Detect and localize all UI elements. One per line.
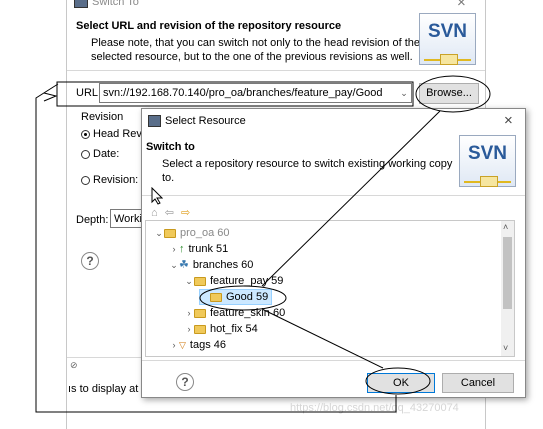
- tree-item-label: hot_fix 54: [210, 323, 258, 335]
- url-label: URL:: [76, 87, 102, 99]
- folder-icon: [194, 276, 206, 286]
- select-dialog-description-line2: to.: [162, 172, 175, 184]
- watermark: https://blog.csdn.net/qq_43270074: [290, 402, 459, 414]
- tree-item[interactable]: › ↑ trunk 51: [169, 241, 229, 257]
- scrollbar-thumb[interactable]: [503, 237, 512, 309]
- svn-logo-text: SVN: [427, 21, 468, 42]
- back-arrow-icon[interactable]: ⇦: [165, 207, 174, 219]
- select-footer-separator: [142, 360, 525, 361]
- radio-unchecked-icon: [81, 149, 90, 159]
- tags-icon: ▽: [179, 340, 186, 350]
- radio-checked-icon: [81, 129, 90, 139]
- home-icon[interactable]: ⌂: [151, 207, 158, 219]
- depth-label: Depth:: [76, 214, 109, 226]
- svn-logo: SVN: [419, 13, 476, 65]
- help-icon[interactable]: ?: [81, 252, 99, 270]
- scroll-up-icon[interactable]: ˄: [503, 222, 508, 232]
- tree-scrollbar[interactable]: ˄ ˅: [501, 221, 514, 356]
- header-separator: [67, 70, 485, 71]
- switch-dialog-icon: [74, 0, 88, 8]
- svn-logo-plug: [440, 54, 458, 65]
- trunk-icon: ↑: [179, 243, 185, 255]
- select-dialog-heading: Switch to: [146, 141, 195, 153]
- tree-item[interactable]: › ▽ tags 46: [169, 337, 227, 353]
- cancel-button[interactable]: Cancel: [442, 373, 514, 393]
- help-icon[interactable]: ?: [176, 373, 194, 391]
- chevron-right-icon[interactable]: ›: [169, 337, 179, 353]
- close-icon[interactable]: ×: [457, 0, 466, 11]
- branches-icon: ☘: [179, 259, 189, 271]
- svn-logo-plug: [480, 176, 498, 187]
- tree-item-label: branches 60: [192, 259, 254, 271]
- tree-item-selected[interactable]: Good 59: [199, 289, 273, 305]
- svn-logo-text: SVN: [467, 143, 508, 164]
- select-dialog-description-line1: Select a repository resource to switch e…: [162, 158, 453, 170]
- folder-icon: [194, 308, 206, 318]
- switch-dialog-title: Switch To: [92, 0, 139, 8]
- tree-item-label: Good 59: [226, 291, 269, 303]
- select-header-separator: [142, 195, 525, 196]
- date-label: Date:: [93, 148, 120, 160]
- resource-tree[interactable]: ⌄ pro_oa 60 › ↑ trunk 51 ⌄☘ branches 60 ⌄ featur…: [145, 220, 515, 357]
- chevron-down-icon[interactable]: ⌄: [184, 273, 194, 289]
- chevron-right-icon[interactable]: ›: [184, 321, 194, 337]
- url-dropdown-button[interactable]: ⌄: [397, 84, 411, 102]
- folder-icon: [164, 228, 176, 238]
- tree-toolbar: ⌂ ⇦ ⇨: [151, 206, 190, 219]
- switch-dialog-heading: Select URL and revision of the repositor…: [76, 20, 342, 32]
- log-close-icon[interactable]: ⊘: [70, 360, 78, 371]
- depth-select-value: Worki: [114, 213, 142, 225]
- chevron-down-icon[interactable]: ⌄: [169, 257, 179, 273]
- revision-label: Revision:: [93, 174, 139, 186]
- revision-group-label: Revision: [81, 111, 124, 123]
- close-icon[interactable]: ×: [504, 112, 513, 129]
- chevron-down-icon[interactable]: ⌄: [154, 225, 164, 241]
- revision-radio[interactable]: Revision:: [81, 174, 138, 186]
- switch-dialog-description-line1: Please note, that you can switch not onl…: [91, 37, 420, 49]
- chevron-right-icon[interactable]: ›: [184, 305, 194, 321]
- url-input[interactable]: [99, 83, 412, 103]
- select-dialog-icon: [148, 115, 161, 127]
- head-revision-radio[interactable]: Head Rev: [81, 128, 142, 140]
- tree-item[interactable]: ⌄☘ branches 60: [169, 257, 253, 273]
- tree-item-label: tags 46: [189, 339, 227, 351]
- svn-logo: SVN: [459, 135, 516, 187]
- tree-item[interactable]: ⌄ feature_pay 59: [184, 273, 283, 289]
- select-dialog-title: Select Resource: [165, 115, 246, 127]
- radio-unchecked-icon: [81, 175, 90, 185]
- tree-item[interactable]: ⌄ pro_oa 60: [154, 225, 230, 241]
- scroll-down-icon[interactable]: ˅: [503, 343, 508, 353]
- tree-item-label: trunk 51: [188, 243, 229, 255]
- folder-icon: [194, 324, 206, 334]
- browse-button[interactable]: Browse...: [419, 83, 479, 104]
- tree-item-label: feature_skin 60: [210, 307, 286, 319]
- ok-button[interactable]: OK: [367, 373, 435, 393]
- tree-item-label: feature_pay 59: [210, 275, 284, 287]
- mouse-cursor-icon: [151, 187, 163, 205]
- tree-item[interactable]: › feature_skin 60: [184, 305, 286, 321]
- tree-item[interactable]: › hot_fix 54: [184, 321, 258, 337]
- chevron-right-icon[interactable]: ›: [169, 241, 179, 257]
- forward-arrow-icon[interactable]: ⇨: [181, 207, 190, 219]
- head-revision-label: Head Rev: [93, 128, 142, 140]
- switch-dialog-description-line2: selected resource, but to the one of the…: [91, 51, 413, 63]
- tree-item-label: pro_oa 60: [180, 227, 230, 239]
- chevron-down-icon: ⌄: [400, 88, 408, 98]
- annotation-arrow-head: [43, 92, 58, 102]
- console-text: ıs to display at: [68, 383, 139, 395]
- select-resource-dialog: Select Resource × Switch to Select a rep…: [141, 108, 526, 398]
- folder-icon: [210, 292, 222, 302]
- date-radio[interactable]: Date:: [81, 148, 119, 160]
